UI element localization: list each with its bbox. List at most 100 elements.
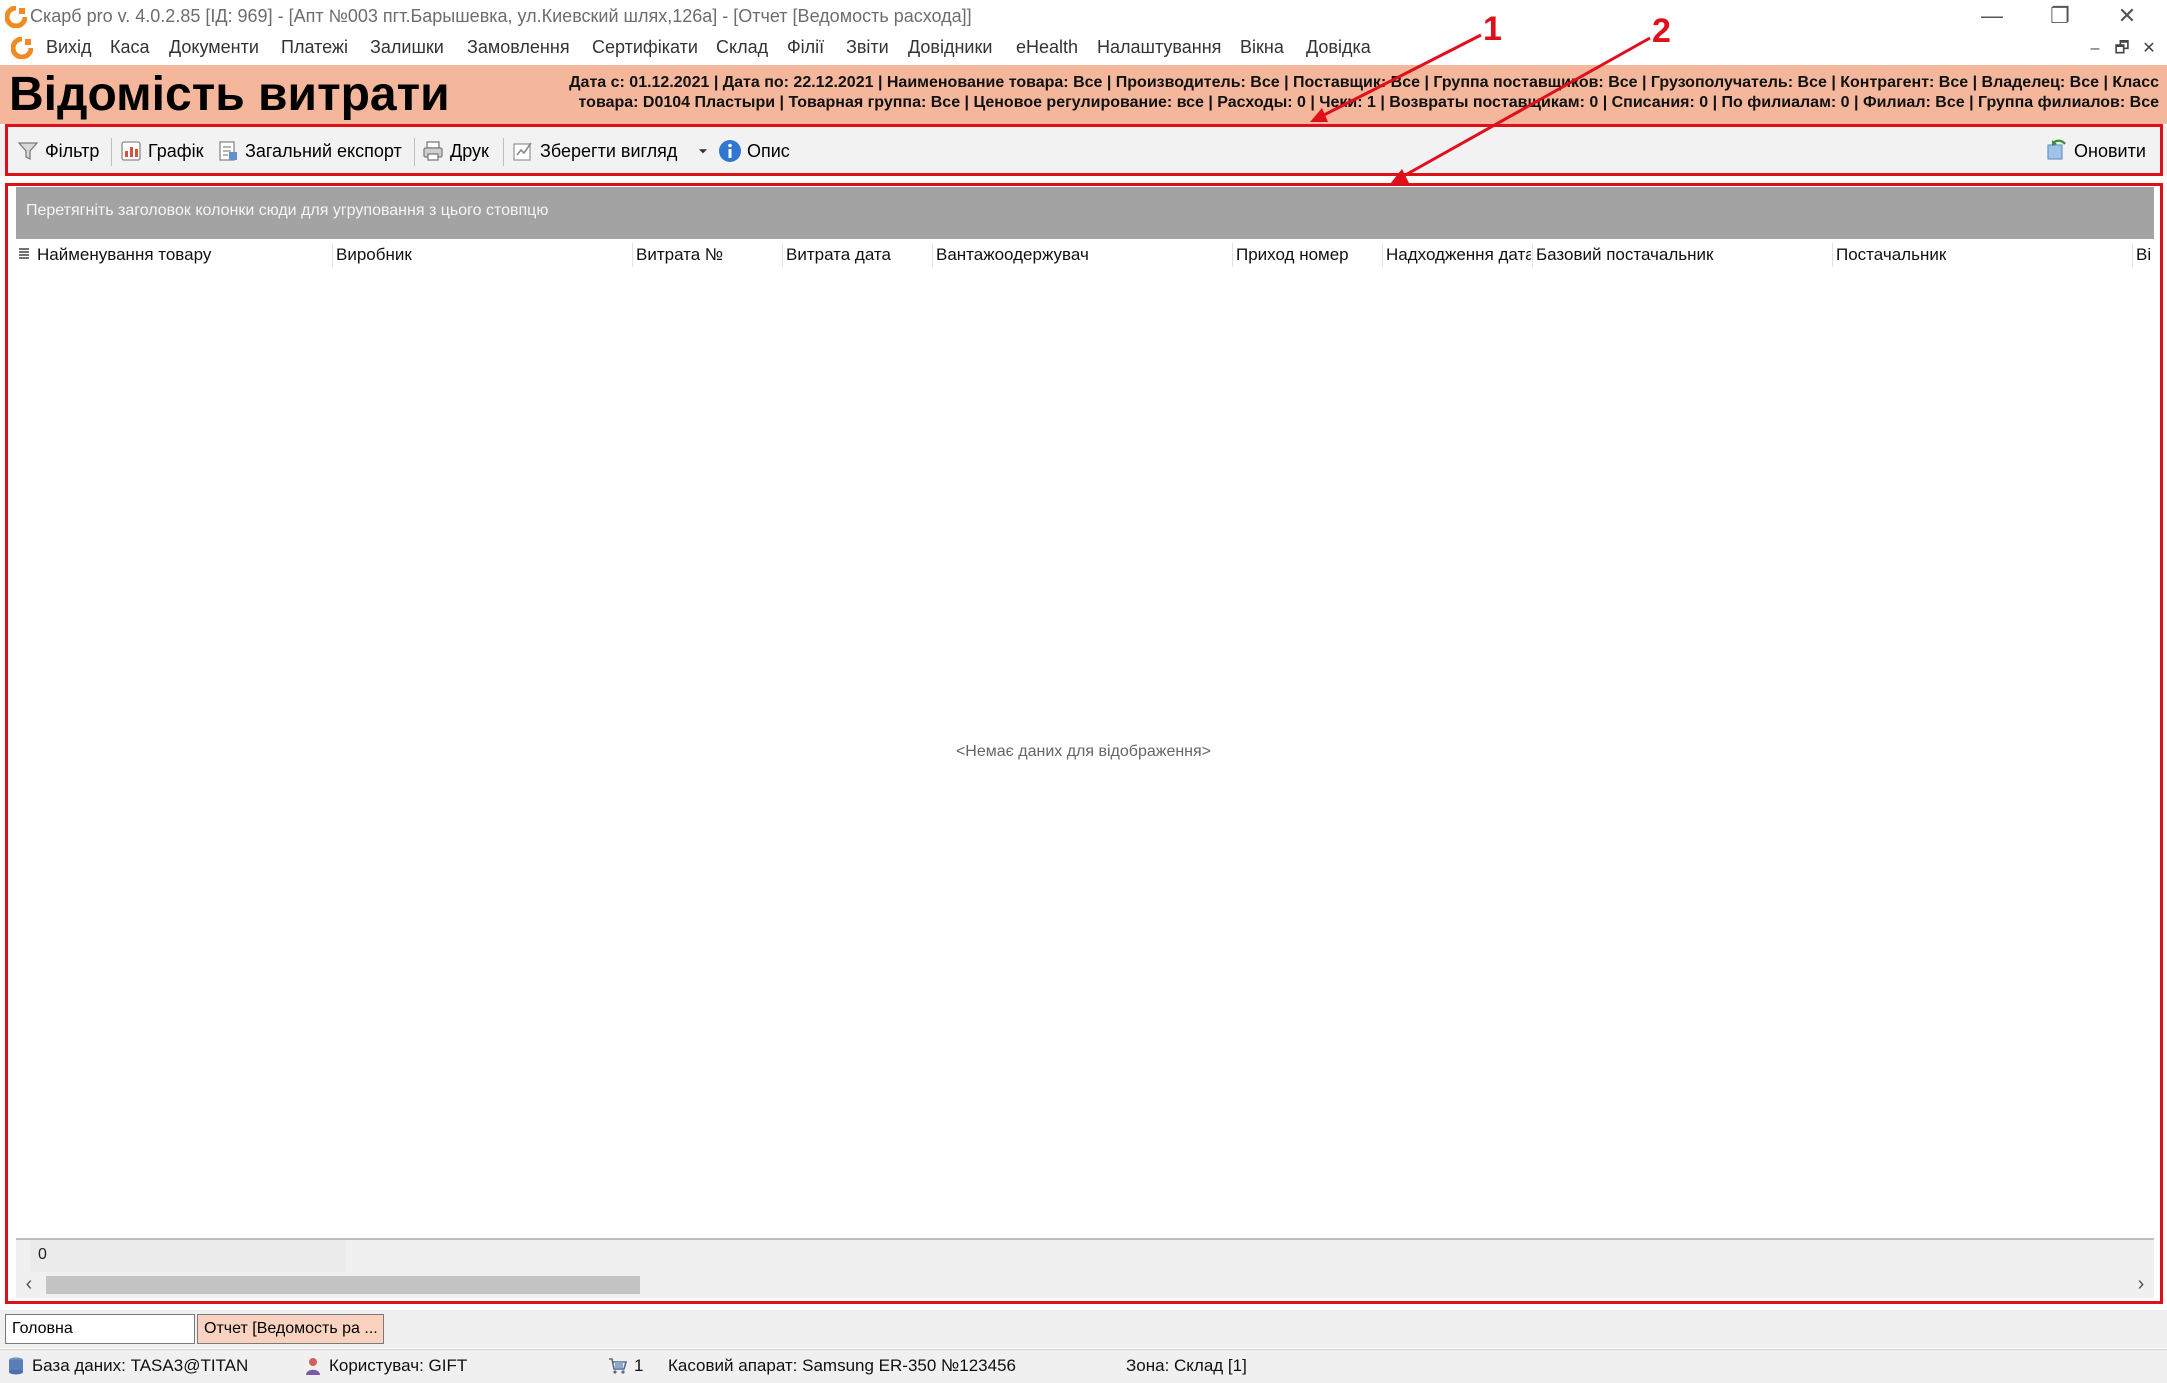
column-header-expense-date[interactable]: Витрата дата <box>786 245 926 265</box>
chevron-down-icon <box>698 149 708 154</box>
menu-help[interactable]: Довідка <box>1306 37 1371 58</box>
column-header-supplier[interactable]: Постачальник <box>1836 245 2126 265</box>
column-divider[interactable] <box>1532 243 1533 267</box>
export-button[interactable]: Загальний експорт <box>216 139 402 163</box>
annotation-label-2: 2 <box>1652 12 1671 50</box>
window-restore-button[interactable]: ❐ <box>2025 0 2095 34</box>
menu-certificates[interactable]: Сертифікати <box>592 37 698 58</box>
app-logo-icon <box>4 5 28 29</box>
group-by-hint: Перетягніть заголовок колонки сюди для у… <box>26 202 549 219</box>
column-header-manufacturer[interactable]: Виробник <box>336 245 626 265</box>
group-by-panel[interactable]: Перетягніть заголовок колонки сюди для у… <box>16 187 2154 239</box>
column-header-receipt-number[interactable]: Приход номер <box>1236 245 1381 265</box>
status-count-text: 1 <box>634 1356 644 1375</box>
filter-icon <box>17 142 39 161</box>
status-cash-register: Касовий апарат: Samsung ER-350 №123456 <box>668 1356 1016 1376</box>
status-user: Користувач: GIFT <box>303 1356 467 1376</box>
column-divider[interactable] <box>932 243 933 267</box>
status-cash-register-text: Касовий апарат: Samsung ER-350 №123456 <box>668 1356 1017 1375</box>
menu-documents[interactable]: Документи <box>169 37 259 58</box>
tab-home[interactable]: Головна <box>5 1314 195 1344</box>
menu-reports[interactable]: Звіти <box>846 37 889 58</box>
grid-footer: 0 <box>16 1238 2154 1272</box>
column-header-base-supplier[interactable]: Базовий постачальник <box>1536 245 1826 265</box>
filter-button-label: Фільтр <box>45 140 100 161</box>
menu-ehealth[interactable]: eHealth <box>1016 37 1078 58</box>
refresh-icon <box>2047 139 2066 160</box>
column-divider[interactable] <box>2132 243 2133 267</box>
save-view-dropdown[interactable] <box>696 139 715 163</box>
grid-column-headers: Найменування товару Виробник Витрата № В… <box>16 239 2154 271</box>
database-icon <box>9 1357 23 1375</box>
menu-directories[interactable]: Довідники <box>908 37 992 58</box>
save-view-button-label: Зберегти вигляд <box>540 140 678 161</box>
scroll-thumb[interactable] <box>46 1276 640 1294</box>
toolbar-separator <box>111 138 112 166</box>
horizontal-scrollbar[interactable]: ‹ › <box>16 1272 2154 1298</box>
scroll-right-arrow-icon[interactable]: › <box>2128 1272 2154 1298</box>
mdi-minimize-button[interactable]: – <box>2083 38 2107 60</box>
column-header-product-name[interactable]: Найменування товару <box>37 245 247 265</box>
chart-button[interactable]: Графік <box>119 139 203 163</box>
status-zone: Зона: Склад [1] <box>1126 1356 1247 1376</box>
column-header-consignee[interactable]: Вантажоодержувач <box>936 245 1226 265</box>
menu-windows[interactable]: Вікна <box>1240 37 1284 58</box>
window-titlebar: Скарб pro v. 4.0.2.85 [ІД: 969] - [Апт №… <box>0 0 2167 34</box>
chart-icon <box>121 141 141 161</box>
column-header-truncated[interactable]: Ві <box>2136 245 2152 265</box>
menu-branches[interactable]: Філії <box>787 37 824 58</box>
scroll-left-arrow-icon[interactable]: ‹ <box>16 1272 42 1298</box>
column-header-receipt-date[interactable]: Надходження дата <box>1386 245 1531 265</box>
column-divider[interactable] <box>782 243 783 267</box>
print-button-label: Друк <box>450 140 489 161</box>
window-minimize-button[interactable]: — <box>1957 0 2027 34</box>
filter-button[interactable]: Фільтр <box>16 139 99 163</box>
column-divider[interactable] <box>1232 243 1233 267</box>
window-close-button[interactable]: ✕ <box>2092 0 2162 34</box>
menu-warehouse[interactable]: Склад <box>716 37 768 58</box>
status-user-text: Користувач: GIFT <box>329 1356 468 1375</box>
menu-stock[interactable]: Залишки <box>370 37 444 58</box>
cart-icon <box>609 1358 628 1374</box>
description-button-label: Опис <box>747 140 790 161</box>
mdi-restore-button[interactable]: 🗗 <box>2110 38 2134 60</box>
status-database-text: База даних: TASA3@TITAN <box>32 1356 249 1375</box>
report-header: Відомість витрати Дата с: 01.12.2021 | Д… <box>0 65 2167 124</box>
annotation-label-1: 1 <box>1483 10 1502 48</box>
info-icon <box>719 140 741 162</box>
document-tabs: Головна Отчет [Ведомость ра ... <box>0 1310 2167 1348</box>
description-button[interactable]: Опис <box>718 139 790 163</box>
report-filters-line1: Дата с: 01.12.2021 | Дата по: 22.12.2021… <box>569 74 2159 91</box>
status-bar: База даних: TASA3@TITAN Користувач: GIFT… <box>0 1349 2167 1383</box>
menu-payments[interactable]: Платежі <box>281 37 348 58</box>
grid-empty-message: <Немає даних для відображення> <box>955 743 1212 760</box>
save-view-button[interactable]: Зберегти вигляд <box>511 139 677 163</box>
tab-report[interactable]: Отчет [Ведомость ра ... <box>197 1314 384 1344</box>
column-chooser-icon[interactable] <box>18 247 30 261</box>
print-button[interactable]: Друк <box>421 139 489 163</box>
report-toolbar: Фільтр Графік Загальний експорт Друк Збе… <box>0 126 2167 176</box>
menu-exit[interactable]: Вихід <box>46 37 92 58</box>
report-title: Відомість витрати <box>9 68 450 121</box>
mdi-close-button[interactable]: ✕ <box>2137 38 2161 60</box>
refresh-button-label: Оновити <box>2074 140 2146 161</box>
menu-cash[interactable]: Каса <box>110 37 150 58</box>
mdi-app-icon[interactable] <box>10 36 34 60</box>
toolbar-separator <box>414 138 415 166</box>
footer-summary-cell: 0 <box>30 1240 346 1272</box>
column-divider[interactable] <box>332 243 333 267</box>
printer-icon <box>423 141 443 161</box>
column-divider[interactable] <box>632 243 633 267</box>
menu-orders[interactable]: Замовлення <box>467 37 570 58</box>
column-divider[interactable] <box>1832 243 1833 267</box>
menu-bar: Вихід Каса Документи Платежі Залишки Зам… <box>0 34 2167 64</box>
column-header-expense-number[interactable]: Витрата № <box>636 245 776 265</box>
report-filters-line2: товара: D0104 Пластыри | Товарная группа… <box>578 94 2159 111</box>
refresh-button[interactable]: Оновити <box>2045 139 2146 163</box>
status-zone-text: Зона: Склад [1] <box>1126 1356 1247 1375</box>
menu-settings[interactable]: Налаштування <box>1097 37 1221 58</box>
column-divider[interactable] <box>1382 243 1383 267</box>
footer-count: 0 <box>38 1246 47 1263</box>
user-icon <box>306 1358 320 1375</box>
status-count: 1 <box>608 1356 643 1376</box>
